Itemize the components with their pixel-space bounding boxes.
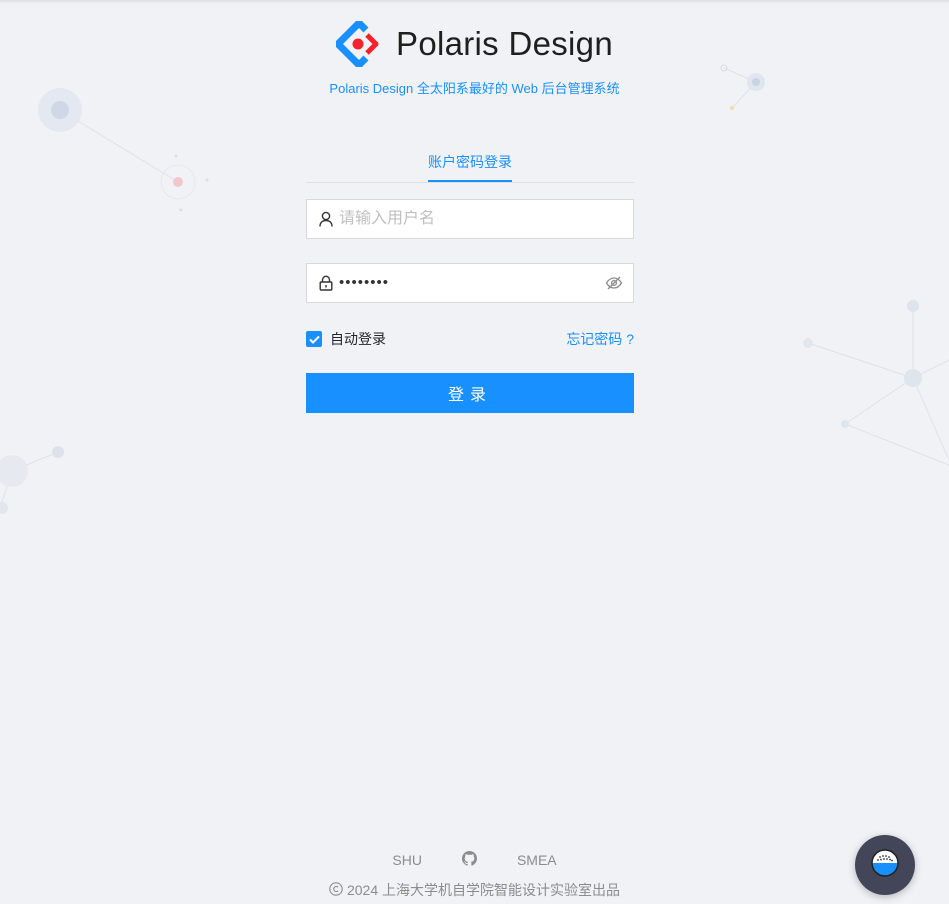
login-options: 自动登录 忘记密码 ? — [306, 329, 634, 349]
logo-icon — [336, 21, 383, 67]
login-tabs: 账户密码登录 — [306, 140, 634, 183]
username-input[interactable] — [339, 210, 633, 228]
tab-account-password[interactable]: 账户密码登录 — [428, 140, 512, 182]
copyright-text: 2024 上海大学机自学院智能设计实验室出品 — [346, 882, 621, 898]
app-subtitle: Polaris Design 全太阳系最好的 Web 后台管理系统 — [329, 81, 620, 96]
password-input[interactable]: •••••••• — [339, 263, 605, 303]
eye-off-icon[interactable] — [605, 274, 623, 292]
footer-link-shu[interactable]: SHU — [392, 852, 422, 868]
login-panel: 账户密码登录 •••••••• — [306, 140, 634, 413]
footer-link-smea[interactable]: SMEA — [517, 852, 557, 868]
password-field[interactable]: •••••••• — [306, 263, 634, 303]
auto-login-label: 自动登录 — [330, 331, 386, 347]
copyright-icon — [329, 881, 343, 899]
app-title: Polaris Design — [396, 25, 613, 62]
checkbox-checked-icon[interactable] — [306, 331, 322, 347]
chat-bot-button[interactable] — [855, 835, 915, 895]
brand: Polaris Design — [0, 18, 949, 70]
tab-account-password-label: 账户密码登录 — [428, 140, 512, 182]
username-field[interactable] — [306, 199, 634, 239]
header: Polaris Design Polaris Design 全太阳系最好的 We… — [0, 18, 949, 97]
forgot-password-link[interactable]: 忘记密码 ? — [566, 329, 634, 349]
user-icon — [319, 211, 333, 227]
footer-links: SHU SMEA — [0, 850, 949, 870]
chat-bot-icon — [870, 848, 900, 883]
copyright: 2024 上海大学机自学院智能设计实验室出品 — [0, 880, 949, 900]
footer: SHU SMEA 2024 上海大学机自学院智能设计实验室出品 — [0, 850, 949, 900]
github-icon[interactable] — [461, 851, 477, 869]
auto-login-checkbox[interactable]: 自动登录 — [306, 329, 386, 349]
login-button[interactable]: 登录 — [306, 373, 634, 413]
lock-icon — [319, 275, 333, 291]
background-network-decoration — [0, 64, 949, 514]
